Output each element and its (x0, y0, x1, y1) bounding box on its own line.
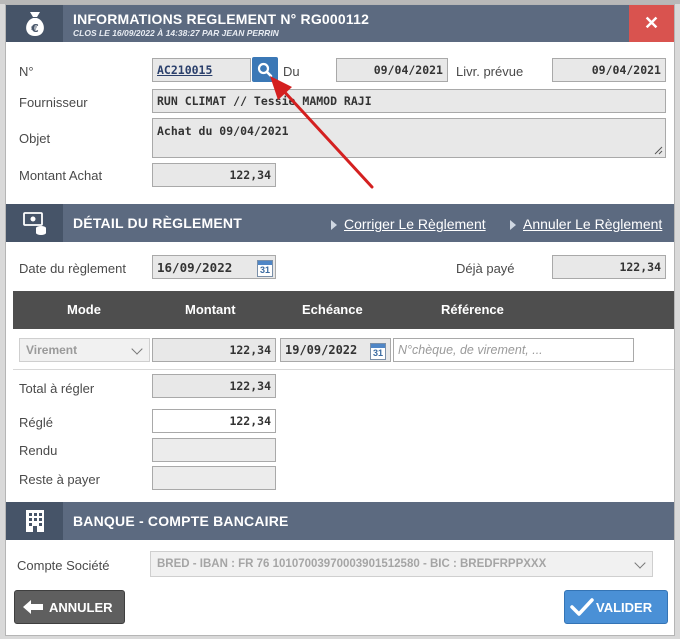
chevron-down-icon (131, 343, 143, 355)
detail-header: DÉTAIL DU RÈGLEMENT Corriger Le Règlemen… (6, 204, 674, 242)
svg-text:€: € (30, 22, 39, 35)
dialog-title: INFORMATIONS REGLEMENT N° RG000112 (73, 11, 370, 27)
deja-paye-field[interactable]: 122,34 (552, 255, 666, 279)
col-montant: Montant (185, 302, 236, 317)
divider (13, 369, 674, 370)
close-icon: ✕ (643, 13, 660, 33)
dialog-subtitle: CLOS LE 16/09/2022 À 14:38:27 PAR JEAN P… (73, 28, 279, 38)
col-mode: Mode (67, 302, 101, 317)
fournisseur-label: Fournisseur (19, 95, 88, 110)
order-number-link[interactable]: AC210015 (152, 58, 251, 82)
compte-societe-select[interactable]: BRED - IBAN : FR 76 10107003970003901512… (150, 551, 653, 577)
fournisseur-field[interactable]: RUN CLIMAT // Tessie MAMOD RAJI (152, 89, 666, 113)
row-montant-field[interactable]: 122,34 (152, 338, 276, 362)
detail-title: DÉTAIL DU RÈGLEMENT (73, 215, 242, 231)
livr-prevue-label: Livr. prévue (456, 64, 524, 79)
rendu-label: Rendu (19, 443, 58, 458)
reglement-dialog: € INFORMATIONS REGLEMENT N° RG000112 CLO… (5, 4, 675, 636)
annuler-reglement-link[interactable]: Annuler Le Règlement (510, 216, 662, 232)
resize-handle-icon[interactable] (653, 145, 663, 155)
banque-title: BANQUE - COMPTE BANCAIRE (73, 513, 289, 529)
arrow-left-icon (23, 600, 43, 614)
total-regler-field[interactable]: 122,34 (152, 374, 276, 398)
money-bag-icon: € (6, 5, 63, 42)
payment-table-header: Mode Montant Echéance Référence (13, 291, 674, 329)
montant-achat-field[interactable]: 122,34 (152, 163, 276, 187)
arrow-right-icon (510, 220, 516, 231)
banque-header: BANQUE - COMPTE BANCAIRE (6, 502, 674, 540)
col-reference: Référence (441, 302, 504, 317)
corriger-reglement-link[interactable]: Corriger Le Règlement (331, 216, 486, 232)
deja-paye-label: Déjà payé (456, 261, 515, 276)
annotation-arrow-icon (270, 76, 374, 189)
annuler-button[interactable]: ANNULER (14, 590, 125, 624)
regle-label: Réglé (19, 415, 53, 430)
close-button[interactable]: ✕ (629, 5, 674, 42)
date-reglement-label: Date du règlement (19, 261, 126, 276)
objet-textarea[interactable]: Achat du 09/04/2021 (152, 118, 666, 158)
reste-payer-label: Reste à payer (19, 472, 100, 487)
calendar-icon[interactable]: 31 (370, 343, 386, 360)
no-label: N° (19, 64, 34, 79)
building-icon (6, 502, 63, 540)
checkmark-icon (570, 598, 594, 616)
valider-button[interactable]: VALIDER (564, 590, 668, 624)
regle-field[interactable]: 122,34 (152, 409, 276, 433)
rendu-field[interactable] (152, 438, 276, 462)
mode-select[interactable]: Virement (19, 338, 150, 362)
objet-label: Objet (19, 131, 51, 146)
reference-input[interactable]: N°chèque, de virement, ... (393, 338, 634, 362)
reste-payer-field[interactable] (152, 466, 276, 490)
cash-register-icon (6, 204, 63, 242)
arrow-right-icon (331, 220, 337, 231)
dialog-header: € INFORMATIONS REGLEMENT N° RG000112 CLO… (6, 5, 674, 42)
calendar-icon[interactable]: 31 (257, 260, 273, 277)
compte-societe-label: Compte Société (17, 558, 110, 573)
livr-prevue-field[interactable]: 09/04/2021 (552, 58, 666, 82)
montant-achat-label: Montant Achat (19, 168, 103, 183)
col-echeance: Echéance (302, 302, 363, 317)
total-regler-label: Total à régler (19, 381, 95, 396)
chevron-down-icon (634, 557, 646, 569)
